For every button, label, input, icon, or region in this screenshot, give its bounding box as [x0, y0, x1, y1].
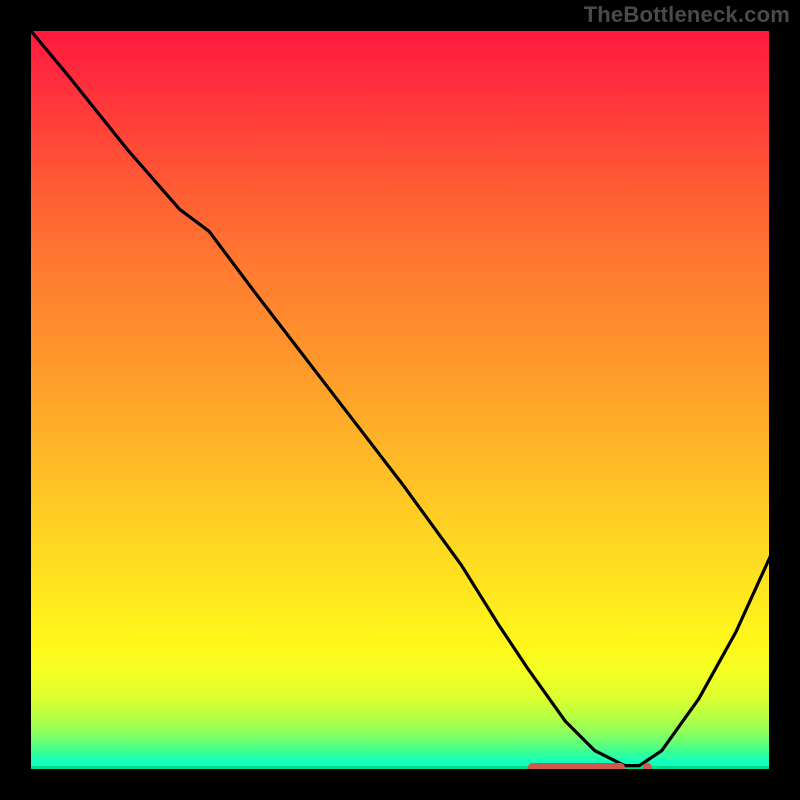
chart-plot-area: [29, 29, 771, 771]
highlight-segment: [528, 763, 624, 771]
watermark-text: TheBottleneck.com: [584, 2, 790, 28]
bottleneck-curve-path: [31, 31, 771, 766]
highlight-segment-dot: [643, 763, 652, 771]
chart-curve-svg: [31, 31, 771, 771]
